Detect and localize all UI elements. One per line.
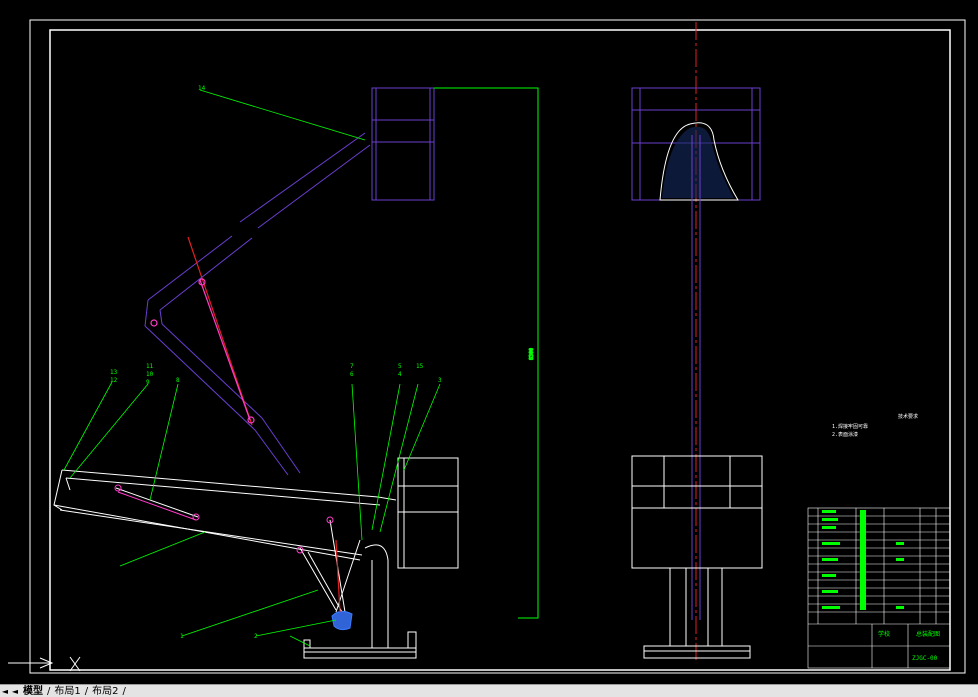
- title-drawing-name: 总装配图: [916, 630, 940, 638]
- balloon-2: 2: [254, 633, 258, 640]
- upper-boom: [144, 132, 371, 476]
- tab-layout2[interactable]: 布局2: [89, 686, 121, 697]
- balloon-7: 7: [350, 363, 354, 370]
- leader-lines: [63, 89, 441, 647]
- tab-separator: /: [122, 685, 126, 697]
- balloon-1: 1: [180, 633, 184, 640]
- balloon-13: 13: [110, 369, 118, 376]
- balloons: 14 13 12 11 10 9 8 7 6 5 4 15 3 1 2: [110, 85, 442, 640]
- control-box-left: [397, 457, 459, 569]
- lower-cylinder: [114, 484, 200, 521]
- notes-line2: 2.表面涂漆: [832, 431, 858, 438]
- balloon-15: 15: [416, 363, 424, 370]
- notes-heading: 技术要求: [898, 413, 918, 420]
- tab-nav-prev-icon[interactable]: ◄: [10, 686, 20, 696]
- balloon-12: 12: [110, 377, 118, 384]
- ucs-icon: [8, 656, 81, 672]
- bracket-hatch: [662, 126, 734, 198]
- base-plate-left: [303, 631, 417, 659]
- layout-tab-bar: ◄ ◄ 模型 / 布局1 / 布局2 /: [0, 684, 978, 697]
- title-drawing-no: ZJGC-00: [912, 655, 938, 662]
- upper-cylinder: [150, 236, 255, 426]
- title-school: 学校: [878, 630, 890, 638]
- tab-model[interactable]: 模型: [20, 686, 46, 697]
- notes-line1: 1.焊接牢固可靠: [832, 423, 868, 430]
- lower-boom: [53, 469, 397, 561]
- cad-drawing-viewport[interactable]: 8300 14 13 12 11 10 9 8 7 6 5 4 15 3 1 2…: [0, 0, 978, 684]
- balloon-10: 10: [146, 371, 154, 378]
- balloon-3: 3: [438, 377, 442, 384]
- balloon-14: 14: [198, 85, 206, 92]
- technical-notes: 技术要求 1.焊接牢固可靠 2.表面涂漆: [832, 413, 918, 438]
- tab-layout1[interactable]: 布局1: [51, 686, 83, 697]
- balloon-6: 6: [350, 371, 354, 378]
- balloon-9: 9: [146, 379, 150, 386]
- balloon-8: 8: [176, 377, 180, 384]
- cad-canvas[interactable]: 8300 14 13 12 11 10 9 8 7 6 5 4 15 3 1 2…: [0, 0, 978, 684]
- dimension-text: 8300: [529, 348, 535, 360]
- balloon-4: 4: [398, 371, 402, 378]
- tab-nav-first-icon[interactable]: ◄: [0, 686, 10, 696]
- parts-list-green-marks: [822, 510, 904, 610]
- basket-side-view: [371, 87, 435, 201]
- dimension-vertical: 8300: [434, 87, 539, 619]
- balloon-11: 11: [146, 363, 154, 370]
- control-box-right: [631, 455, 763, 659]
- parts-list: [807, 507, 951, 669]
- balloon-5: 5: [398, 363, 402, 370]
